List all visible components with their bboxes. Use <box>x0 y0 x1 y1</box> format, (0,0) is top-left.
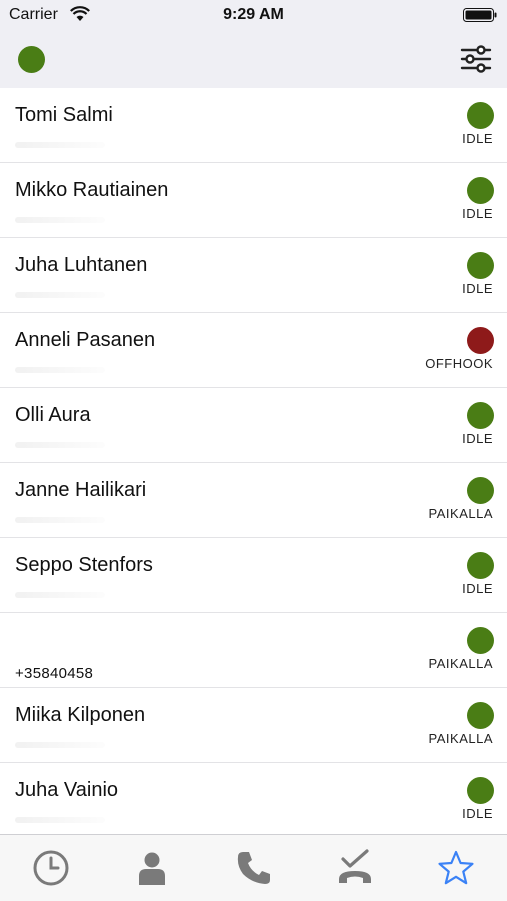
clock: 9:29 AM <box>223 6 284 23</box>
status-bar: Carrier 9:29 AM <box>0 0 507 30</box>
tab-contact[interactable] <box>101 835 202 901</box>
contact-subline <box>15 592 105 598</box>
presence-indicator <box>467 477 494 504</box>
presence-state-label: OFFHOOK <box>425 356 493 371</box>
star-icon <box>438 850 474 885</box>
presence-state-label: IDLE <box>462 806 493 821</box>
presence-indicator <box>467 252 494 279</box>
presence-indicator <box>467 327 494 354</box>
contact-name: Olli Aura <box>15 404 91 426</box>
contact-name: Anneli Pasanen <box>15 329 156 351</box>
contact-subline <box>15 742 105 748</box>
contact-name: Juha Luhtanen <box>15 254 148 276</box>
contact-row[interactable]: +35840458 PAIKALLA <box>0 613 507 688</box>
presence-state-label: IDLE <box>462 431 493 446</box>
contact-subline <box>15 142 105 148</box>
presence-indicator <box>467 777 494 804</box>
contact-row[interactable]: Olli Aura IDLE <box>0 388 507 463</box>
contact-name: Juha Vainio <box>15 779 119 801</box>
contact-name: Seppo Stenfors <box>15 554 153 576</box>
contact-subline <box>15 217 105 223</box>
contact-icon <box>139 852 166 885</box>
tab-star[interactable] <box>406 835 507 901</box>
contact-row[interactable]: Janne Hailikari PAIKALLA <box>0 463 507 538</box>
contact-name: Miika Kilponen <box>15 704 146 726</box>
callback-icon <box>338 849 371 883</box>
contact-number: +35840458 <box>15 665 94 682</box>
contact-name: Janne Hailikari <box>15 479 147 501</box>
presence-indicator <box>467 102 494 129</box>
contact-row[interactable]: Seppo Stenfors IDLE <box>0 538 507 613</box>
contact-row[interactable]: Juha Luhtanen IDLE <box>0 238 507 313</box>
presence-state-label: IDLE <box>462 131 493 146</box>
contact-name: Mikko Rautiainen <box>15 179 169 201</box>
contact-subline <box>15 367 105 373</box>
contact-subline <box>15 817 105 823</box>
sliders-icon[interactable] <box>459 42 493 76</box>
presence-indicator <box>467 402 494 429</box>
clock-icon <box>33 850 69 886</box>
contact-subline <box>15 292 105 298</box>
presence-indicator <box>467 627 494 654</box>
tab-phone[interactable] <box>203 835 304 901</box>
presence-state-label: PAIKALLA <box>428 731 493 746</box>
presence-state-label: IDLE <box>462 581 493 596</box>
presence-indicator <box>467 177 494 204</box>
presence-state-label: IDLE <box>462 206 493 221</box>
contact-subline <box>15 442 105 448</box>
presence-state-label: PAIKALLA <box>428 656 493 671</box>
contact-row[interactable]: Anneli Pasanen OFFHOOK <box>0 313 507 388</box>
tab-clock[interactable] <box>0 835 101 901</box>
contact-subline <box>15 517 105 523</box>
presence-indicator <box>467 552 494 579</box>
tab-callback[interactable] <box>304 835 405 901</box>
presence-state-label: PAIKALLA <box>428 506 493 521</box>
contact-row[interactable]: Miika Kilponen PAIKALLA <box>0 688 507 763</box>
contact-list[interactable]: Tomi Salmi IDLE Mikko Rautiainen IDLE Juha L… <box>0 88 507 834</box>
presence-indicator <box>467 702 494 729</box>
battery-icon <box>463 8 497 22</box>
presence-state-label: IDLE <box>462 281 493 296</box>
contact-row[interactable]: Juha Vainio IDLE <box>0 763 507 834</box>
nav-bar <box>0 30 507 88</box>
tab-bar <box>0 834 507 901</box>
contact-row[interactable]: Mikko Rautiainen IDLE <box>0 163 507 238</box>
phone-icon <box>237 852 270 884</box>
own-status-indicator[interactable] <box>18 46 45 73</box>
contact-row[interactable]: Tomi Salmi IDLE <box>0 88 507 163</box>
contact-name: Tomi Salmi <box>15 104 113 126</box>
